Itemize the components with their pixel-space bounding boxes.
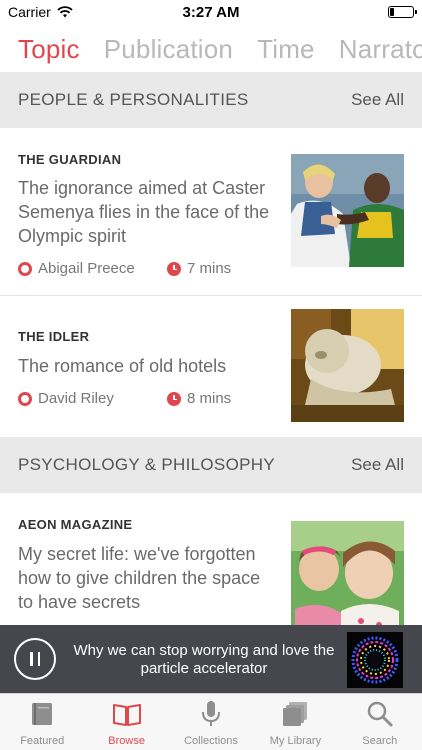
clock-icon [167,391,181,406]
article-headline: The romance of old hotels [18,356,227,376]
tab-label: Collections [184,735,238,747]
pause-icon [37,652,40,666]
duration: 8 mins [167,390,231,407]
duration: 7 mins [167,260,231,277]
section-header: PEOPLE & PERSONALITIES See All [0,72,422,128]
tab-label: My Library [269,735,322,747]
battery-level [390,8,395,16]
tab-featured[interactable]: Featured [0,694,84,750]
article-headline: My secret life: we've forgotten how to g… [18,544,261,612]
filter-tabs: Topic Publication Time Narrator [0,26,422,72]
wifi-icon [57,6,73,18]
article-card[interactable]: THE GUARDIAN The ignorance aimed at Cast… [0,128,422,296]
see-all-button[interactable]: See All [351,455,404,475]
publisher-name: AEON MAGAZINE [18,517,133,532]
section-title: PEOPLE & PERSONALITIES [18,90,249,109]
narrator: Abigail Preece [18,260,167,277]
tab-topic[interactable]: Topic [18,34,80,65]
status-bar: Carrier 3:27 AM [0,0,422,24]
book-open-icon [112,699,142,729]
stack-icon [280,699,310,729]
now-playing-artwork [347,632,403,688]
tab-bar: Featured Browse Collections My Library S… [0,693,422,750]
tab-publication[interactable]: Publication [104,34,233,65]
now-playing-title: Why we can stop worrying and love the pa… [73,642,335,677]
narrator-name: Abigail Preece [38,260,135,277]
tab-collections[interactable]: Collections [169,694,253,750]
duration-label: 7 mins [187,260,232,277]
article-meta: David Riley 8 mins [18,390,231,407]
battery-icon [388,6,417,18]
carrier-label: Carrier [8,4,51,20]
tab-time[interactable]: Time [257,34,315,65]
tab-label: Featured [20,735,65,747]
narrator-icon [18,391,32,406]
narrator-icon [18,261,32,276]
publisher-name: THE IDLER [18,329,90,344]
clock-icon [167,261,181,276]
article-thumbnail [291,309,404,422]
now-playing-bar[interactable]: Why we can stop worrying and love the pa… [0,625,422,693]
tab-my-library[interactable]: My Library [253,694,337,750]
tab-search[interactable]: Search [338,694,422,750]
article-thumbnail [291,521,404,625]
tab-label: Browse [108,735,145,747]
pause-button[interactable] [14,638,56,680]
section-title: PSYCHOLOGY & PHILOSOPHY [18,455,275,474]
tab-browse[interactable]: Browse [84,694,168,750]
article-card[interactable]: THE IDLER The romance of old hotels Davi… [0,296,422,436]
narrator-name: David Riley [38,390,114,407]
publisher-name: THE GUARDIAN [18,152,122,167]
tab-narrator[interactable]: Narrator [339,34,422,65]
narrator: David Riley [18,390,167,407]
duration-label: 8 mins [187,390,232,407]
see-all-button[interactable]: See All [351,90,404,110]
section-header: PSYCHOLOGY & PHILOSOPHY See All [0,437,422,493]
pause-icon [30,652,33,666]
book-closed-icon [27,699,57,729]
article-card[interactable]: AEON MAGAZINE My secret life: we've forg… [0,493,422,625]
microphone-icon [196,699,226,729]
article-meta: Abigail Preece 7 mins [18,260,231,277]
article-headline: The ignorance aimed at Caster Semenya fl… [18,178,270,246]
search-icon [365,699,395,729]
tab-label: Search [362,735,398,747]
status-left: Carrier [8,4,73,20]
article-thumbnail [291,154,404,267]
